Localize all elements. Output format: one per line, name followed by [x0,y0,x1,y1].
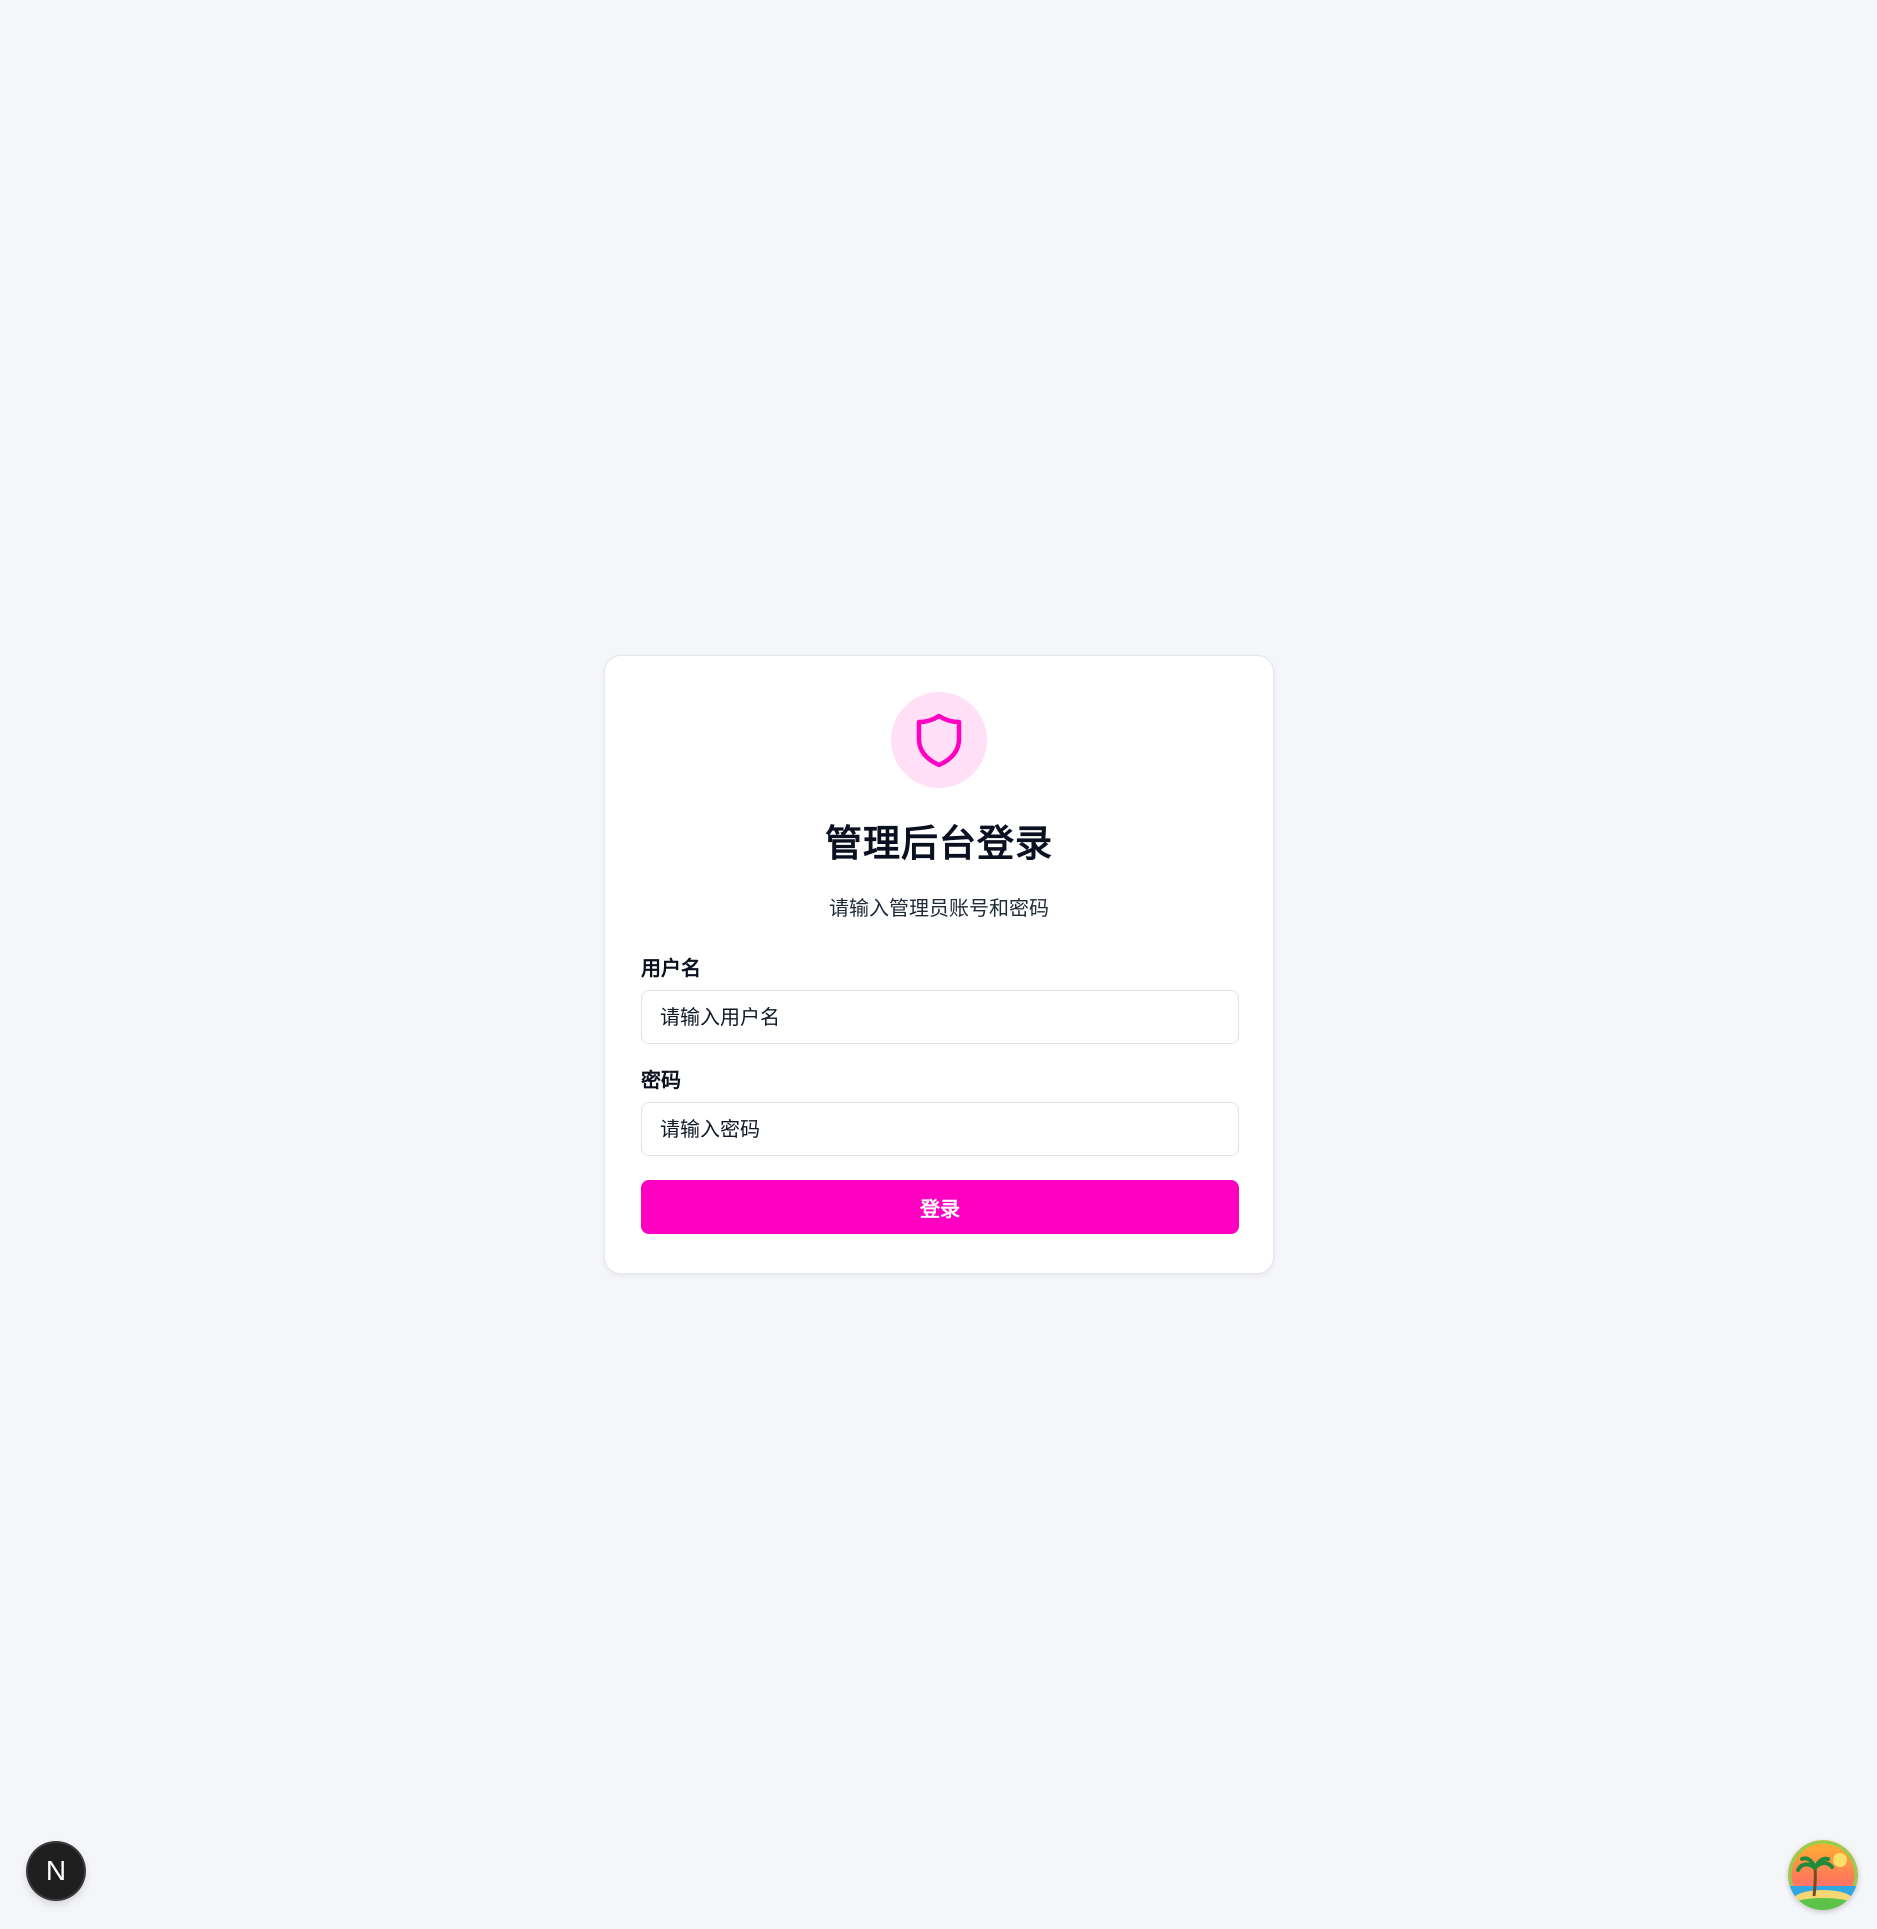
shield-icon [914,712,964,768]
login-form: 用户名 密码 登录 [641,954,1239,1234]
login-button[interactable]: 登录 [641,1180,1239,1234]
username-label: 用户名 [641,956,701,980]
beach-island-icon [1788,1840,1858,1910]
password-input[interactable] [641,1102,1239,1156]
nextjs-dev-badge[interactable]: N [28,1843,84,1899]
password-label: 密码 [641,1068,681,1092]
page-subtitle: 请输入管理员账号和密码 [829,896,1049,920]
beach-island-badge[interactable] [1788,1840,1858,1910]
page-title: 管理后台登录 [825,822,1053,865]
logo-badge [891,692,987,788]
username-input[interactable] [641,990,1239,1044]
login-card: 管理后台登录 请输入管理员账号和密码 用户名 密码 登录 [604,655,1274,1274]
nextjs-icon: N [45,1855,67,1886]
